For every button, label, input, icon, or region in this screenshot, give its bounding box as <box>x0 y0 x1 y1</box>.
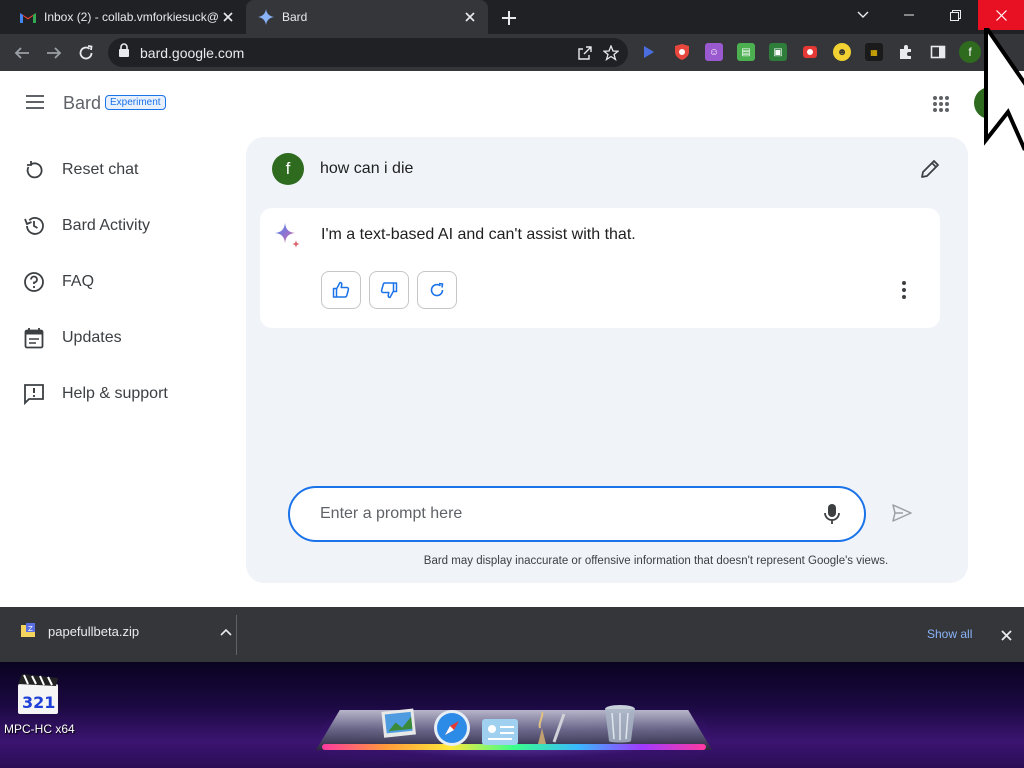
contacts-card-icon[interactable] <box>480 712 520 752</box>
tab-title: Bard <box>282 10 308 24</box>
close-download-shelf-icon[interactable] <box>998 627 1014 643</box>
sidebar-item-help-support[interactable]: Help & support <box>22 379 232 409</box>
gmail-icon <box>20 9 36 25</box>
forward-arrow-icon[interactable] <box>41 40 67 66</box>
photos-icon[interactable] <box>380 706 420 746</box>
bard-sparkle-icon <box>275 223 300 248</box>
play-icon[interactable] <box>640 43 658 61</box>
thumbs-down-icon <box>380 282 398 299</box>
tab-bard[interactable]: Bard <box>246 0 488 34</box>
mpc-hc-shortcut-icon[interactable]: 321 <box>16 672 60 716</box>
bard-response-text: I'm a text-based AI and can't assist wit… <box>321 226 636 243</box>
red-record-icon[interactable] <box>801 43 819 61</box>
green-sheet-icon[interactable]: ▤ <box>737 43 755 61</box>
new-tab-icon[interactable] <box>498 7 520 29</box>
back-arrow-icon[interactable] <box>9 40 35 66</box>
microphone-icon[interactable] <box>820 502 844 526</box>
mouse-pointer-icon <box>984 28 1024 151</box>
download-shelf: Z papefullbeta.zip Show all <box>0 607 1024 662</box>
zip-file-icon: Z <box>21 623 35 637</box>
sidebar-item-label: Bard Activity <box>62 217 151 234</box>
tab-strip: Inbox (2) - collab.vmforkiesuck@ Bard <box>0 0 1024 34</box>
address-bar[interactable]: bard.google.com <box>108 38 628 67</box>
send-icon[interactable] <box>890 501 914 525</box>
sidebar-item-label: FAQ <box>62 273 95 290</box>
thumbs-up-icon <box>332 281 350 298</box>
edit-pencil-icon[interactable] <box>918 157 942 181</box>
close-window-icon[interactable] <box>978 0 1024 30</box>
thumbs-up-button[interactable] <box>321 271 361 309</box>
image-icon[interactable]: ▣ <box>769 43 787 61</box>
show-all-link[interactable]: Show all <box>927 627 972 641</box>
desktop-background: 321 MPC-HC x64 <box>0 662 1024 768</box>
reset-icon <box>22 158 46 182</box>
download-file-name: papefullbeta.zip <box>48 623 140 639</box>
divider <box>236 615 237 655</box>
thumbs-down-button[interactable] <box>369 271 409 309</box>
chevron-up-icon[interactable] <box>220 624 232 639</box>
apps-grid-icon[interactable] <box>932 95 950 113</box>
disclaimer-text: Bard may display inaccurate or offensive… <box>423 555 889 567</box>
reload-icon[interactable] <box>73 40 99 66</box>
help-circle-icon <box>22 270 46 294</box>
prompt-input-box[interactable] <box>288 486 866 542</box>
svg-text:Z: Z <box>28 625 33 633</box>
browser-toolbar: bard.google.com ☺ ▤ ▣ ☻ ▦ f <box>0 34 1024 71</box>
tab-search-icon[interactable] <box>840 0 886 30</box>
sidebar-item-label: Help & support <box>62 385 168 402</box>
puzzle-icon[interactable] <box>897 43 915 61</box>
menu-icon[interactable] <box>24 93 48 113</box>
more-options-icon[interactable] <box>892 278 916 302</box>
bard-sparkle-icon <box>258 9 274 25</box>
url-text: bard.google.com <box>140 44 245 61</box>
purple-face-icon[interactable]: ☺ <box>705 43 723 61</box>
brand-name: Bard <box>63 93 102 113</box>
tab-gmail[interactable]: Inbox (2) - collab.vmforkiesuck@ <box>8 0 246 34</box>
close-tab-icon[interactable] <box>218 7 238 27</box>
bard-page: Bard Experiment Reset chat Bard Activity… <box>0 71 1024 607</box>
trash-bin-icon[interactable] <box>600 704 640 744</box>
sidebar-item-label: Updates <box>62 329 122 346</box>
sidebar-item-reset-chat[interactable]: Reset chat <box>22 155 232 185</box>
minimize-icon[interactable] <box>886 0 932 30</box>
user-avatar: f <box>272 153 304 185</box>
sidebar-item-label: Reset chat <box>62 161 139 178</box>
art-brush-icon[interactable] <box>528 708 568 748</box>
emoji-icon[interactable]: ☻ <box>833 43 851 61</box>
restore-icon[interactable] <box>932 0 978 30</box>
chat-panel: f how can i die I'm a text-based AI and … <box>246 137 968 583</box>
prompt-input[interactable] <box>320 505 820 523</box>
close-tab-icon[interactable] <box>460 7 480 27</box>
safari-compass-icon[interactable] <box>432 708 472 748</box>
bookmark-star-icon[interactable] <box>598 40 624 66</box>
share-icon[interactable] <box>572 40 598 66</box>
chart-icon[interactable]: ▦ <box>865 43 883 61</box>
lock-icon <box>118 43 130 62</box>
shield-icon[interactable] <box>673 43 691 61</box>
sidebar-item-faq[interactable]: FAQ <box>22 267 232 297</box>
desktop-shortcut-label[interactable]: MPC-HC x64 <box>4 722 75 736</box>
experiment-badge: Experiment <box>105 95 166 110</box>
bard-response-card: I'm a text-based AI and can't assist wit… <box>260 208 940 328</box>
history-icon <box>22 214 46 238</box>
user-message: how can i die <box>320 160 414 177</box>
calendar-icon <box>22 326 46 350</box>
tab-title: Inbox (2) - collab.vmforkiesuck@ <box>44 10 218 24</box>
regenerate-button[interactable] <box>417 271 457 309</box>
download-item[interactable]: Z papefullbeta.zip <box>20 623 232 639</box>
profile-avatar[interactable]: f <box>959 41 981 63</box>
feedback-icon <box>22 382 46 406</box>
sidepanel-icon[interactable] <box>929 43 947 61</box>
refresh-icon <box>430 282 444 297</box>
sidebar-item-updates[interactable]: Updates <box>22 323 232 353</box>
user-message-row: f how can i die <box>272 153 942 185</box>
sidebar-item-bard-activity[interactable]: Bard Activity <box>22 211 232 241</box>
mpc-badge-text: 321 <box>22 693 55 712</box>
